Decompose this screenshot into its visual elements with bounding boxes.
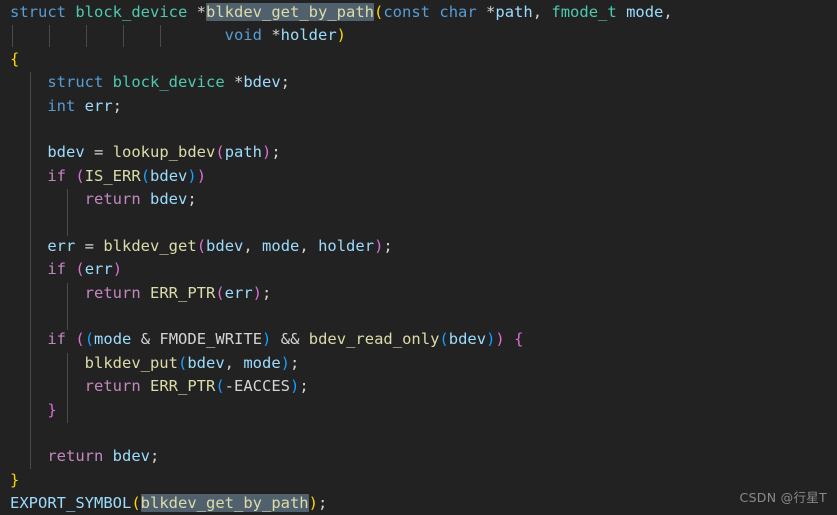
- code-line[interactable]: [0, 118, 837, 141]
- code-line[interactable]: [0, 422, 837, 445]
- watermark: CSDN @行星T: [739, 489, 827, 505]
- code-line[interactable]: return bdev;: [0, 445, 837, 468]
- code-line[interactable]: if (err): [0, 258, 837, 281]
- code-line[interactable]: blkdev_put(bdev, mode);: [0, 352, 837, 375]
- code-surface[interactable]: struct block_device *blkdev_get_by_path(…: [0, 0, 837, 515]
- code-line[interactable]: }: [0, 469, 837, 492]
- code-line[interactable]: if (IS_ERR(bdev)): [0, 165, 837, 188]
- code-line[interactable]: return ERR_PTR(err);: [0, 282, 837, 305]
- code-line[interactable]: return ERR_PTR(-EACCES);: [0, 375, 837, 398]
- code-line[interactable]: struct block_device *blkdev_get_by_path(…: [0, 1, 837, 24]
- code-line[interactable]: }: [0, 399, 837, 422]
- code-line[interactable]: [0, 212, 837, 235]
- code-line[interactable]: struct block_device *bdev;: [0, 71, 837, 94]
- code-editor[interactable]: struct block_device *blkdev_get_by_path(…: [0, 0, 837, 515]
- code-line[interactable]: bdev = lookup_bdev(path);: [0, 141, 837, 164]
- code-line[interactable]: {: [0, 48, 837, 71]
- code-line[interactable]: EXPORT_SYMBOL(blkdev_get_by_path);: [0, 492, 837, 515]
- code-line[interactable]: if ((mode & FMODE_WRITE) && bdev_read_on…: [0, 328, 837, 351]
- code-line[interactable]: void *holder): [0, 24, 837, 47]
- code-line-list[interactable]: struct block_device *blkdev_get_by_path(…: [0, 0, 837, 515]
- code-line[interactable]: [0, 305, 837, 328]
- code-line[interactable]: return bdev;: [0, 188, 837, 211]
- code-line[interactable]: int err;: [0, 95, 837, 118]
- code-line[interactable]: err = blkdev_get(bdev, mode, holder);: [0, 235, 837, 258]
